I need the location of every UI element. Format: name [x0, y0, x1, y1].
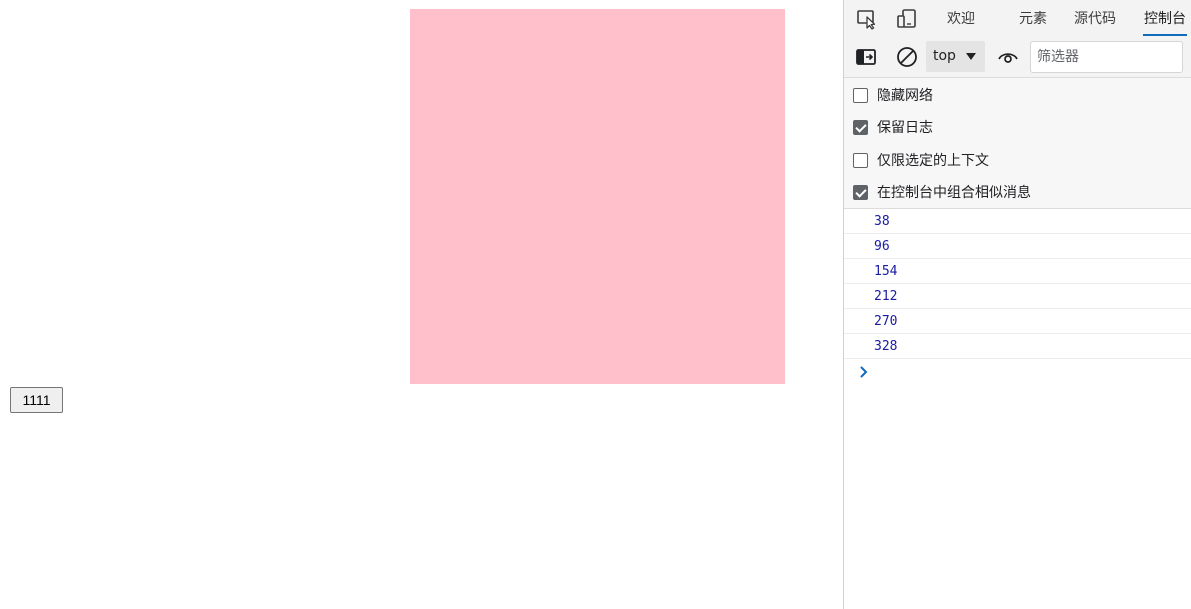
selected-context-checkbox[interactable]	[853, 152, 868, 168]
console-message: 328	[844, 334, 1191, 359]
chevron-right-icon	[860, 366, 868, 378]
page-viewport: 1111	[0, 0, 843, 609]
console-message: 270	[844, 309, 1191, 334]
active-tab-indicator	[1143, 34, 1187, 36]
context-selector[interactable]: top	[926, 41, 985, 72]
setting-label: 隐藏网络	[877, 88, 933, 104]
console-toolbar: top	[844, 38, 1191, 78]
setting-group-similar[interactable]: 在控制台中组合相似消息	[853, 182, 1031, 202]
log-value: 154	[874, 264, 898, 279]
setting-label: 保留日志	[877, 120, 933, 136]
page-button[interactable]: 1111	[10, 387, 63, 413]
console-message: 96	[844, 234, 1191, 259]
log-value: 328	[874, 339, 898, 354]
log-value: 270	[874, 314, 898, 329]
device-emulation-icon[interactable]	[896, 8, 918, 30]
log-value: 212	[874, 289, 898, 304]
tab-sources[interactable]: 源代码	[1074, 0, 1116, 38]
devtools-panel: 欢迎 元素 源代码 控制台 top 隐藏网络	[843, 0, 1191, 609]
tab-console[interactable]: 控制台	[1144, 0, 1186, 38]
setting-label: 在控制台中组合相似消息	[877, 185, 1031, 201]
tab-welcome[interactable]: 欢迎	[947, 0, 975, 38]
devtools-tabbar: 欢迎 元素 源代码 控制台	[844, 0, 1191, 38]
console-message: 38	[844, 209, 1191, 234]
preserve-log-checkbox[interactable]	[853, 119, 868, 135]
filter-input[interactable]	[1030, 41, 1183, 73]
setting-hide-network[interactable]: 隐藏网络	[853, 85, 933, 105]
caret-down-icon	[966, 53, 976, 60]
sidebar-toggle-icon[interactable]	[854, 45, 878, 69]
inspect-element-icon[interactable]	[856, 8, 878, 30]
pink-square	[410, 9, 785, 384]
group-similar-checkbox[interactable]	[853, 184, 868, 200]
setting-selected-context-only[interactable]: 仅限选定的上下文	[853, 150, 989, 170]
console-message: 212	[844, 284, 1191, 309]
setting-preserve-log[interactable]: 保留日志	[853, 117, 933, 137]
live-expression-icon[interactable]	[996, 45, 1020, 69]
setting-label: 仅限选定的上下文	[877, 153, 989, 169]
hide-network-checkbox[interactable]	[853, 87, 868, 103]
console-settings: 隐藏网络 保留日志 仅限选定的上下文 在控制台中组合相似消息	[844, 78, 1191, 209]
console-messages: 38 96 154 212 270 328	[844, 209, 1191, 385]
context-value: top	[933, 48, 956, 64]
console-prompt[interactable]	[844, 359, 1191, 385]
clear-console-icon[interactable]	[895, 45, 919, 69]
log-value: 38	[874, 214, 890, 229]
log-value: 96	[874, 239, 890, 254]
console-message: 154	[844, 259, 1191, 284]
tab-elements[interactable]: 元素	[1019, 0, 1047, 38]
